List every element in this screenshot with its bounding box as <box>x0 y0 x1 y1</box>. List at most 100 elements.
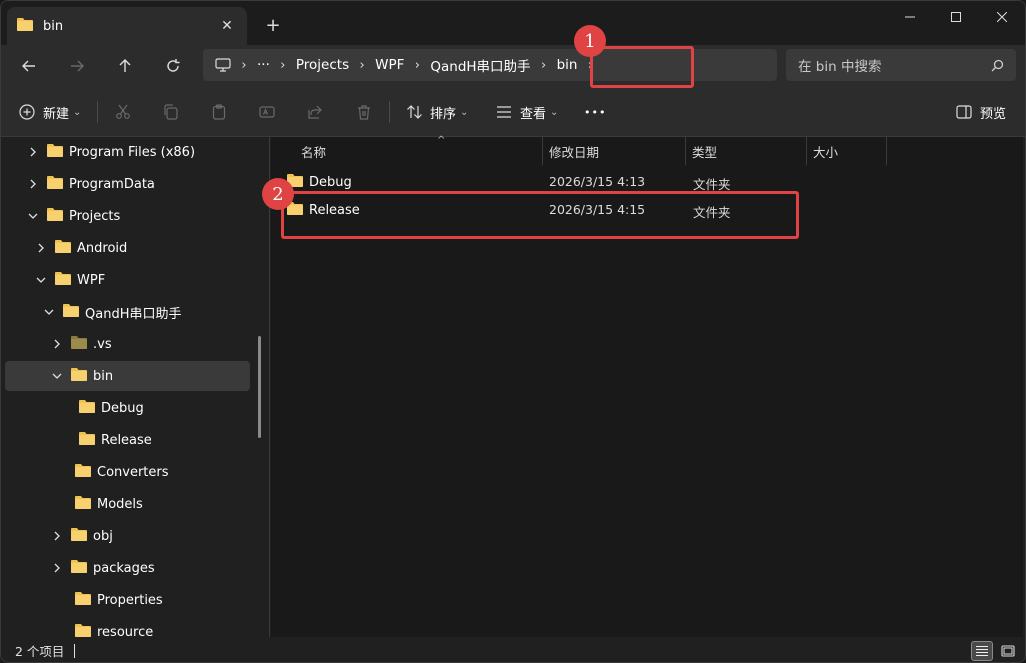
tab-bin[interactable]: bin ✕ <box>7 7 247 45</box>
sidebar-item-converters[interactable]: Converters <box>5 457 250 487</box>
breadcrumb-wpf[interactable]: WPF <box>375 49 404 81</box>
item-count: 2 个项目 <box>15 644 65 659</box>
sidebar-item-bin[interactable]: bin <box>5 361 250 391</box>
sidebar-item-properties[interactable]: Properties <box>5 585 250 615</box>
back-button[interactable] <box>14 52 44 80</box>
column-header-date[interactable]: 修改日期 <box>543 137 685 165</box>
minimize-button[interactable] <box>887 1 933 33</box>
details-view-icon <box>976 645 988 657</box>
tiles-view-icon <box>1001 645 1015 657</box>
chevron-right-icon[interactable] <box>33 240 49 256</box>
column-header-type[interactable]: 类型 <box>686 137 806 165</box>
up-button[interactable] <box>110 52 140 80</box>
sidebar-item-projects[interactable]: Projects <box>5 201 250 231</box>
close-window-button[interactable] <box>979 1 1025 33</box>
chevron-right-icon[interactable]: › <box>231 58 257 73</box>
close-tab-icon[interactable]: ✕ <box>217 16 237 36</box>
sidebar-item-label: WPF <box>77 272 106 288</box>
sidebar-item-wpf[interactable]: WPF <box>5 265 250 295</box>
chevron-right-icon[interactable] <box>49 528 65 544</box>
cut-button[interactable] <box>115 98 131 126</box>
chevron-right-icon[interactable] <box>49 560 65 576</box>
rename-button[interactable] <box>259 98 275 126</box>
breadcrumb-ellipsis[interactable]: ··· <box>257 49 270 81</box>
arrow-right-icon <box>71 60 84 72</box>
details-view-button[interactable] <box>971 641 993 661</box>
navigation-pane-scrollbar[interactable] <box>258 336 261 438</box>
sidebar-item-resource[interactable]: resource <box>5 617 250 637</box>
sidebar-item-debug[interactable]: Debug <box>5 393 250 423</box>
breadcrumb-qandh[interactable]: QandH串口助手 <box>430 49 530 81</box>
sidebar-item-vs[interactable]: .vs <box>5 329 250 359</box>
sidebar-item-qandh[interactable]: QandH串口助手 <box>5 297 250 327</box>
scissors-icon <box>116 104 130 119</box>
view-button[interactable]: 查看 ⌄ <box>496 98 558 126</box>
arrow-up-icon <box>119 59 131 72</box>
column-header-size[interactable]: 大小 <box>807 137 885 165</box>
folder-icon <box>17 17 33 35</box>
preview-pane-button[interactable]: 预览 <box>956 98 1006 126</box>
chevron-right-icon[interactable]: › <box>270 58 296 73</box>
breadcrumb-bin[interactable]: bin <box>557 49 578 81</box>
share-button[interactable] <box>307 98 323 126</box>
chevron-right-icon[interactable]: › <box>349 58 375 73</box>
folder-icon <box>71 559 87 577</box>
sidebar-item-programdata[interactable]: ProgramData <box>5 169 250 199</box>
chevron-right-icon[interactable] <box>25 176 41 192</box>
column-separator[interactable] <box>886 137 887 165</box>
chevron-down-icon: ⌄ <box>73 106 82 118</box>
sidebar-item-obj[interactable]: obj <box>5 521 250 551</box>
copy-button[interactable] <box>163 98 179 126</box>
folder-icon <box>75 463 91 481</box>
new-tab-button[interactable]: + <box>261 13 285 37</box>
new-button[interactable]: 新建 ⌄ <box>19 98 81 126</box>
chevron-right-icon[interactable] <box>25 144 41 160</box>
sidebar-item-release[interactable]: Release <box>5 425 250 455</box>
plus-circle-icon <box>19 104 35 120</box>
sidebar-item-packages[interactable]: packages <box>5 553 250 583</box>
sidebar-item-label: bin <box>93 368 114 384</box>
new-label: 新建 <box>43 106 70 122</box>
sidebar-item-android[interactable]: Android <box>5 233 250 263</box>
sidebar-item-label: resource <box>97 624 154 638</box>
pane-divider[interactable] <box>269 137 270 637</box>
clipboard-icon <box>212 104 226 120</box>
trash-icon <box>358 105 370 120</box>
file-date: 2026/3/15 4:13 <box>549 174 646 189</box>
search-input[interactable]: 在 bin 中搜索 <box>786 49 1016 81</box>
sidebar-item-program-files-x86[interactable]: Program Files (x86) <box>5 137 250 167</box>
folder-icon <box>63 303 79 321</box>
chevron-down-icon[interactable] <box>49 368 65 384</box>
sort-button[interactable]: 排序 ⌄ <box>406 98 468 126</box>
chevron-down-icon[interactable] <box>41 304 57 320</box>
chevron-right-icon[interactable] <box>49 336 65 352</box>
chevron-right-icon[interactable]: › <box>404 58 430 73</box>
sidebar-item-label: Program Files (x86) <box>69 144 196 160</box>
preview-pane-icon <box>956 105 972 119</box>
highlight-box-breadcrumb-bin <box>590 46 694 88</box>
preview-label: 预览 <box>980 106 1007 122</box>
sidebar-item-label: Debug <box>101 400 144 416</box>
folder-icon <box>71 527 87 545</box>
forward-button[interactable] <box>62 52 92 80</box>
column-header-name[interactable]: 名称 ^ <box>295 135 541 165</box>
breadcrumb-projects[interactable]: Projects <box>296 49 349 81</box>
folder-icon <box>47 175 63 193</box>
refresh-button[interactable] <box>158 52 188 80</box>
paste-button[interactable] <box>211 98 227 126</box>
sidebar-item-models[interactable]: Models <box>5 489 250 519</box>
folder-icon <box>55 271 71 289</box>
sidebar-item-label: Android <box>77 240 128 256</box>
tiles-view-button[interactable] <box>997 641 1019 661</box>
folder-icon <box>71 335 87 353</box>
sidebar-item-label: QandH串口助手 <box>85 306 182 322</box>
more-options-button[interactable]: ••• <box>584 98 606 126</box>
computer-icon[interactable] <box>215 58 231 72</box>
delete-button[interactable] <box>356 98 372 126</box>
maximize-button[interactable] <box>933 1 979 33</box>
divider <box>389 101 390 123</box>
folder-icon <box>47 143 63 161</box>
chevron-right-icon[interactable]: › <box>531 58 557 73</box>
chevron-down-icon[interactable] <box>33 272 49 288</box>
chevron-down-icon[interactable] <box>25 208 41 224</box>
